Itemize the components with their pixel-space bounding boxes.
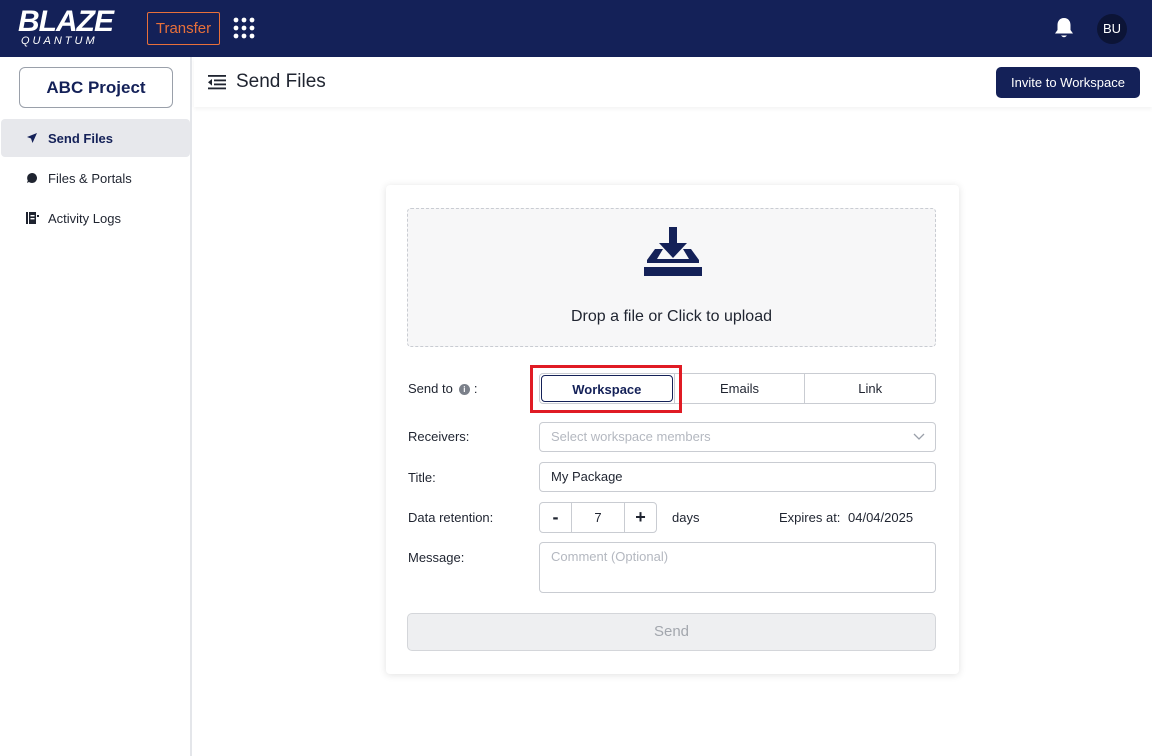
sidebar: ABC Project Send Files Files & Portals A…	[0, 57, 192, 756]
send-files-card: Drop a file or Click to upload Send to i:…	[386, 185, 959, 674]
sidebar-item-send-files[interactable]: Send Files	[1, 119, 190, 157]
receivers-label: Receivers:	[408, 429, 470, 444]
sidebar-item-activity-logs[interactable]: Activity Logs	[1, 199, 190, 237]
retention-stepper: - 7 +	[539, 502, 657, 533]
logo-main-text: BLAZE	[18, 5, 114, 38]
sidebar-item-files-portals[interactable]: Files & Portals	[1, 159, 190, 197]
logs-icon	[25, 211, 39, 225]
sidebar-item-label: Files & Portals	[48, 170, 132, 186]
message-textarea[interactable]: Comment (Optional)	[539, 542, 936, 593]
blaze-quantum-logo[interactable]: BLAZE QUANTUM	[18, 5, 114, 47]
retention-increment-button[interactable]: +	[625, 503, 656, 532]
title-input[interactable]: My Package	[539, 462, 936, 492]
send-to-colon: :	[473, 381, 478, 396]
sidebar-item-label: Activity Logs	[48, 210, 121, 226]
dropzone-text: Drop a file or Click to upload	[571, 308, 772, 325]
sidebar-item-label: Send Files	[48, 130, 114, 146]
transfer-button[interactable]: Transfer	[147, 12, 220, 45]
send-to-link-option[interactable]: Link	[804, 374, 935, 403]
receivers-select[interactable]: Select workspace members	[539, 422, 936, 452]
download-tray-icon	[644, 227, 702, 276]
retention-unit: days	[672, 510, 700, 525]
invite-to-workspace-button[interactable]: Invite to Workspace	[996, 67, 1140, 98]
project-selector-button[interactable]: ABC Project	[19, 67, 173, 108]
title-label: Title:	[408, 470, 436, 485]
apps-grid-icon[interactable]	[233, 17, 255, 39]
file-dropzone[interactable]: Drop a file or Click to upload	[407, 208, 936, 347]
expires-value: 04/04/2025	[848, 510, 914, 525]
chevron-down-icon	[913, 433, 925, 440]
user-avatar[interactable]: BU	[1097, 14, 1127, 44]
message-label: Message:	[408, 550, 465, 565]
send-to-emails-option[interactable]: Emails	[673, 374, 805, 403]
top-bar: BLAZE QUANTUM Transfer BU	[0, 0, 1152, 57]
chat-bubble-icon	[25, 171, 39, 185]
receivers-placeholder: Select workspace members	[551, 429, 711, 444]
retention-decrement-button[interactable]: -	[540, 503, 571, 532]
retention-value-input[interactable]: 7	[571, 503, 625, 532]
highlight-annotation-box	[530, 365, 682, 413]
collapse-menu-icon[interactable]	[208, 74, 226, 90]
send-to-label-text: Send to	[408, 381, 453, 396]
send-icon	[25, 131, 39, 145]
info-icon[interactable]: i	[458, 384, 470, 395]
expires-label: Expires at:	[779, 510, 841, 525]
data-retention-label: Data retention:	[408, 510, 494, 525]
bell-icon[interactable]	[1053, 16, 1075, 40]
send-to-label: Send to i:	[408, 381, 477, 396]
page-title: Send Files	[236, 71, 326, 92]
send-button[interactable]: Send	[407, 613, 936, 651]
page-header: Send Files Invite to Workspace	[194, 57, 1152, 107]
